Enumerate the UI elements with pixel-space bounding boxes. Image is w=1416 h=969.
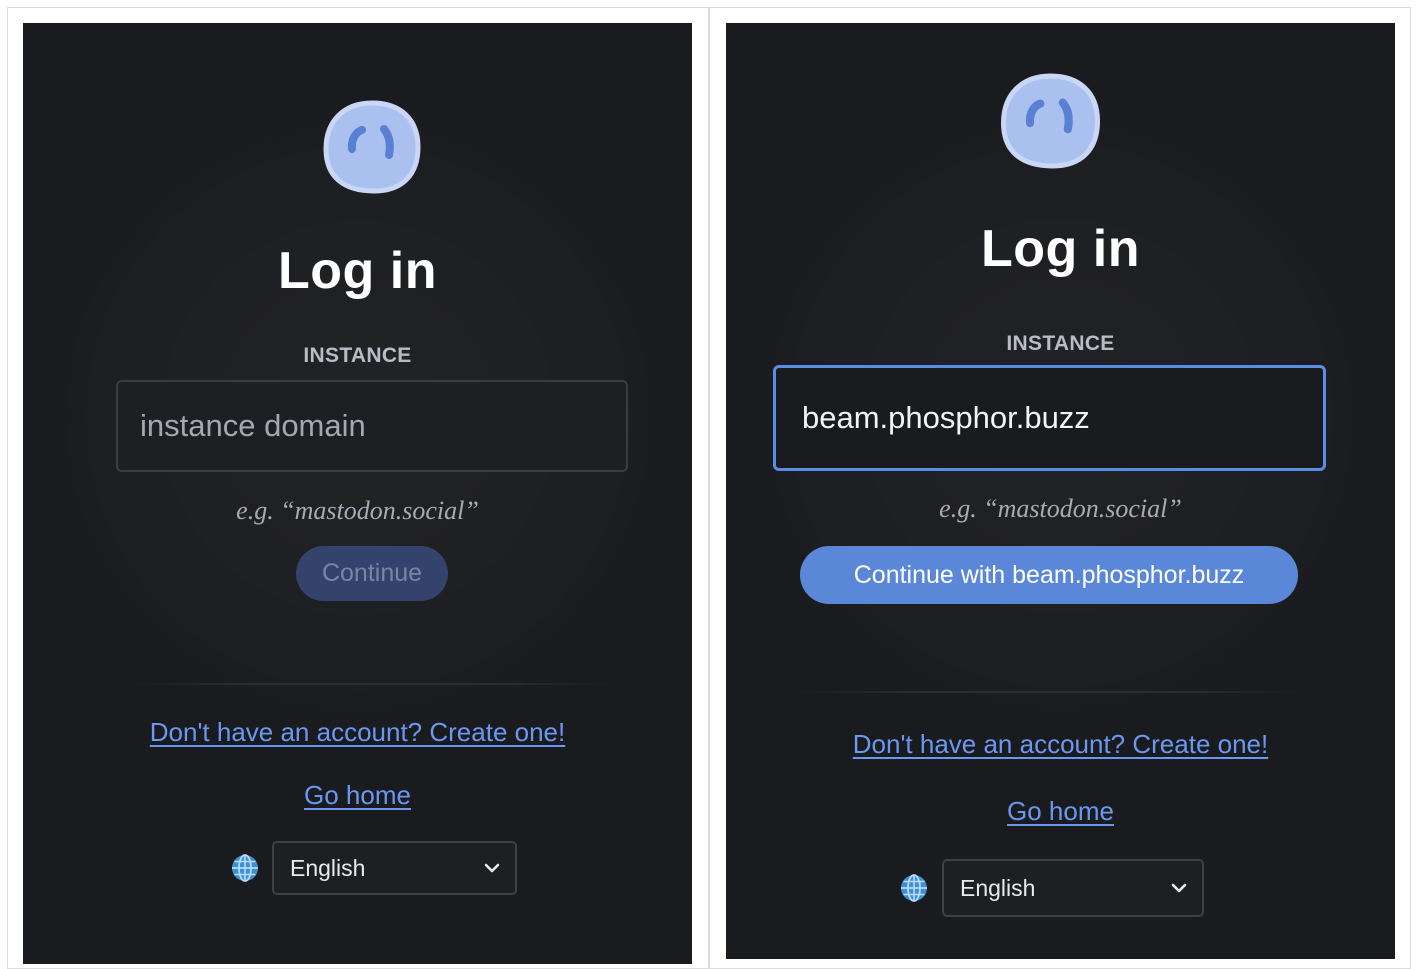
chevron-down-icon <box>484 863 500 873</box>
continue-with-instance-button[interactable]: Continue with beam.phosphor.buzz <box>800 546 1298 604</box>
instance-input[interactable] <box>773 365 1326 471</box>
instance-input[interactable] <box>116 380 628 472</box>
instance-hint: e.g. “mastodon.social” <box>236 496 479 525</box>
instance-label: INSTANCE <box>303 344 412 367</box>
globe-icon <box>232 854 258 882</box>
signup-link[interactable]: Don't have an account? Create one! <box>726 729 1395 760</box>
page-title: Log in <box>278 242 437 300</box>
divider <box>796 691 1306 693</box>
login-panel-empty: Log in INSTANCE e.g. “mastodon.social” C… <box>23 23 692 964</box>
home-link[interactable]: Go home <box>726 796 1395 827</box>
chevron-down-icon <box>1171 883 1187 893</box>
language-select[interactable]: English <box>272 841 517 895</box>
app-logo-icon <box>323 100 421 194</box>
globe-icon <box>901 874 927 902</box>
signup-link[interactable]: Don't have an account? Create one! <box>23 717 692 748</box>
continue-button[interactable]: Continue <box>296 546 448 601</box>
home-link[interactable]: Go home <box>23 780 692 811</box>
page-title: Log in <box>981 220 1140 278</box>
language-value: English <box>290 854 366 881</box>
instance-hint: e.g. “mastodon.social” <box>939 494 1182 523</box>
instance-label: INSTANCE <box>1006 332 1115 355</box>
app-logo-icon <box>1000 73 1101 169</box>
language-select[interactable]: English <box>942 859 1204 917</box>
language-value: English <box>960 874 1036 901</box>
login-panel-filled: Log in INSTANCE e.g. “mastodon.social” C… <box>726 23 1395 959</box>
divider <box>133 683 613 685</box>
